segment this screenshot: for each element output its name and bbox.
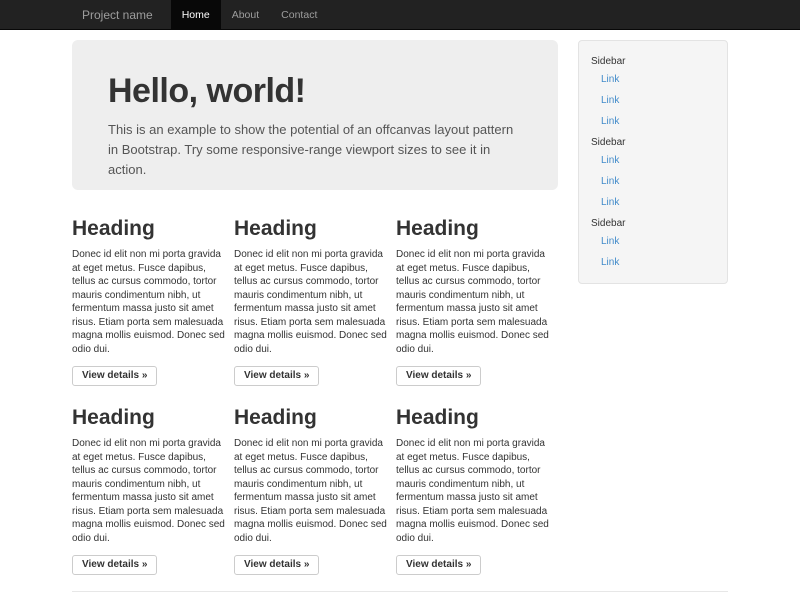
page-title: Hello, world!	[108, 71, 522, 111]
block-heading: Heading	[234, 406, 389, 429]
sidebar-link[interactable]: Link	[579, 69, 727, 90]
content-block: Heading Donec id elit non mi porta gravi…	[72, 406, 227, 575]
sidebar-link[interactable]: Link	[579, 150, 727, 171]
block-text: Donec id elit non mi porta gravida at eg…	[234, 437, 389, 545]
block-text: Donec id elit non mi porta gravida at eg…	[396, 248, 551, 356]
nav-items: Home About Contact	[171, 0, 329, 29]
navbar: Project name Home About Contact	[0, 0, 800, 30]
block-text: Donec id elit non mi porta gravida at eg…	[72, 437, 227, 545]
navbar-inner: Project name Home About Contact	[72, 0, 728, 29]
view-details-button[interactable]: View details »	[234, 366, 319, 386]
view-details-button[interactable]: View details »	[396, 366, 481, 386]
page-container: Hello, world! This is an example to show…	[72, 40, 728, 600]
sidebar-group-title: Sidebar	[579, 213, 727, 231]
block-heading: Heading	[72, 406, 227, 429]
sidebar-group: Sidebar Link Link Link	[579, 51, 727, 132]
content-block: Heading Donec id elit non mi porta gravi…	[234, 217, 389, 386]
main-column: Hello, world! This is an example to show…	[72, 40, 558, 575]
nav-item-contact[interactable]: Contact	[270, 0, 328, 29]
sidebar-group-title: Sidebar	[579, 51, 727, 69]
sidebar-link[interactable]: Link	[579, 231, 727, 252]
sidebar: Sidebar Link Link Link Sidebar Link Link…	[578, 40, 728, 284]
brand-link[interactable]: Project name	[72, 0, 163, 29]
sidebar-link[interactable]: Link	[579, 192, 727, 213]
content-block: Heading Donec id elit non mi porta gravi…	[234, 406, 389, 575]
block-heading: Heading	[396, 406, 551, 429]
sidebar-link[interactable]: Link	[579, 171, 727, 192]
footer-divider	[72, 591, 728, 592]
sidebar-link[interactable]: Link	[579, 111, 727, 132]
block-heading: Heading	[234, 217, 389, 240]
block-heading: Heading	[396, 217, 551, 240]
sidebar-group-title: Sidebar	[579, 132, 727, 150]
cards-row-1: Heading Donec id elit non mi porta gravi…	[72, 217, 558, 386]
content-row: Hello, world! This is an example to show…	[72, 40, 728, 575]
sidebar-link[interactable]: Link	[579, 252, 727, 273]
sidebar-link[interactable]: Link	[579, 90, 727, 111]
sidebar-group: Sidebar Link Link	[579, 213, 727, 273]
content-block: Heading Donec id elit non mi porta gravi…	[396, 406, 551, 575]
block-text: Donec id elit non mi porta gravida at eg…	[234, 248, 389, 356]
content-block: Heading Donec id elit non mi porta gravi…	[72, 217, 227, 386]
view-details-button[interactable]: View details »	[72, 366, 157, 386]
block-heading: Heading	[72, 217, 227, 240]
nav-item-home[interactable]: Home	[171, 0, 221, 29]
block-text: Donec id elit non mi porta gravida at eg…	[72, 248, 227, 356]
view-details-button[interactable]: View details »	[234, 555, 319, 575]
view-details-button[interactable]: View details »	[72, 555, 157, 575]
jumbotron: Hello, world! This is an example to show…	[72, 40, 558, 190]
sidebar-group: Sidebar Link Link Link	[579, 132, 727, 213]
view-details-button[interactable]: View details »	[396, 555, 481, 575]
content-block: Heading Donec id elit non mi porta gravi…	[396, 217, 551, 386]
jumbotron-text: This is an example to show the potential…	[108, 120, 522, 180]
nav-item-about[interactable]: About	[221, 0, 270, 29]
block-text: Donec id elit non mi porta gravida at eg…	[396, 437, 551, 545]
cards-row-2: Heading Donec id elit non mi porta gravi…	[72, 406, 558, 575]
